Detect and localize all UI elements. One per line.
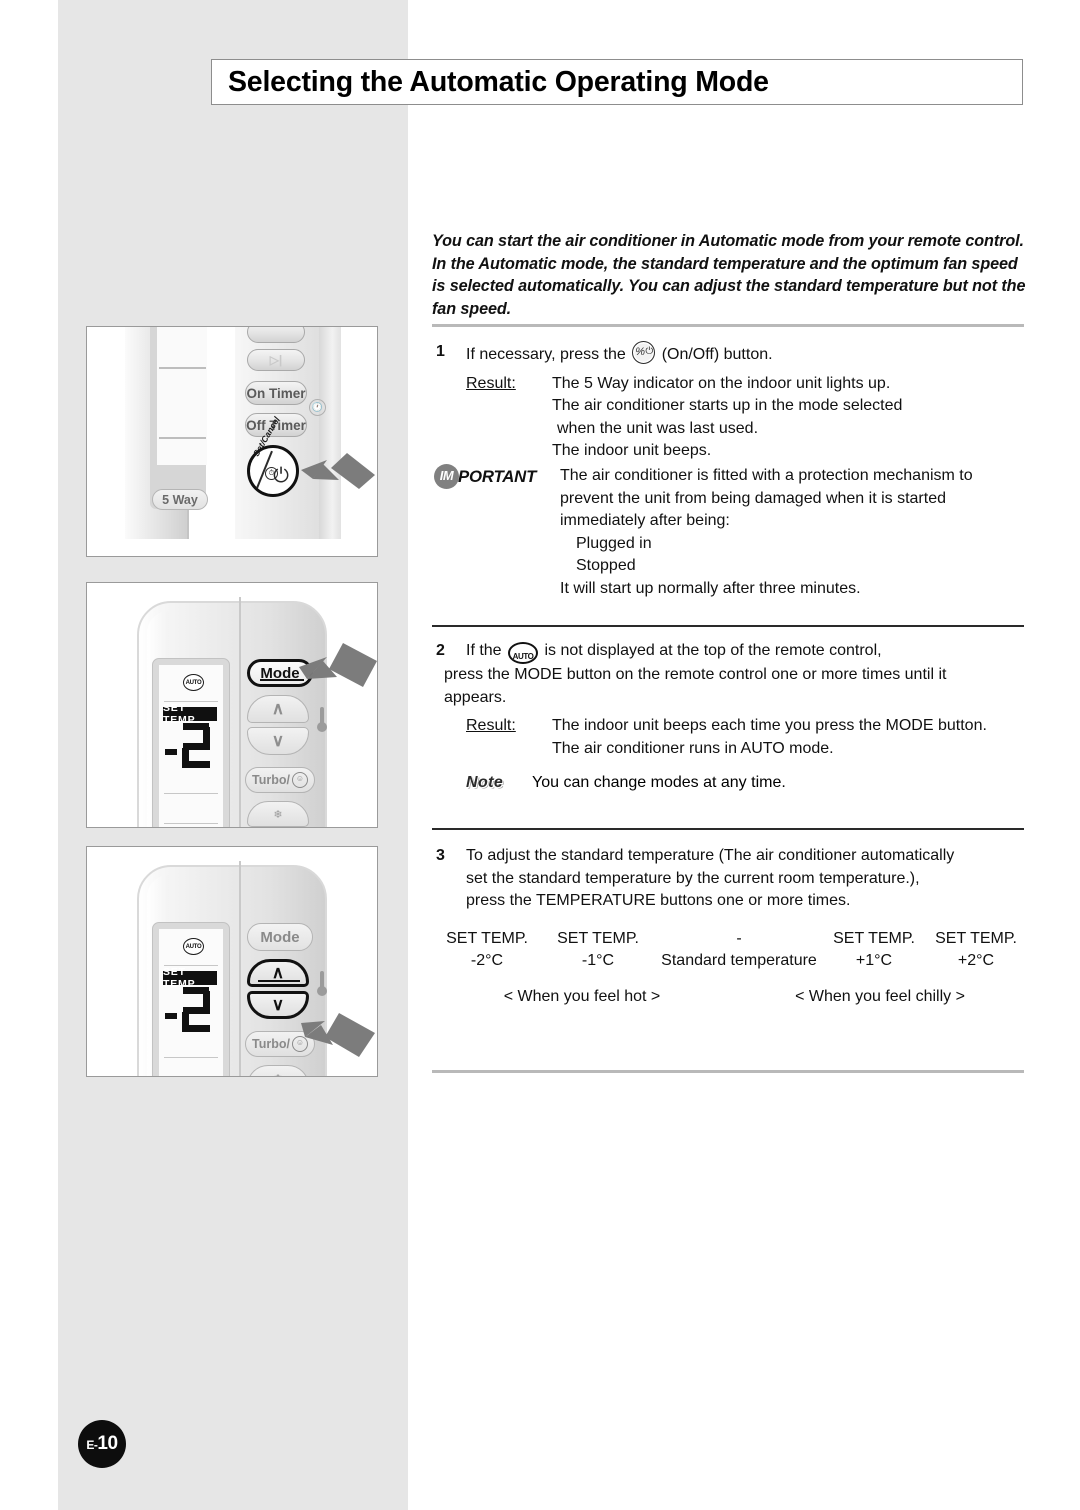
step-1-instruction: If necessary, press the (On/Off) button.	[466, 341, 1028, 367]
temp-scale-headers: SET TEMP. SET TEMP. - SET TEMP. SET TEMP…	[432, 930, 1028, 948]
temp-value: +1°C	[855, 952, 893, 969]
temp-header: SET TEMP.	[935, 930, 1017, 947]
callout-arrow-power	[301, 453, 375, 489]
temp-header: SET TEMP.	[557, 930, 639, 947]
note-text: You can change modes at any time.	[532, 774, 786, 791]
result-label: Result:	[466, 717, 516, 734]
feel-hot-label: < When you feel hot >	[503, 988, 661, 1005]
result-line: The air conditioner runs in AUTO mode.	[552, 739, 834, 757]
step-2-instruction-line2: press the MODE button on the remote cont…	[444, 666, 947, 683]
temp-header: SET TEMP.	[833, 930, 915, 947]
important-block: IM PORTANT The air conditioner is fitted…	[432, 464, 1028, 600]
step-1-text-before: If necessary, press the	[466, 346, 626, 363]
step-3-line: set the standard temperature by the curr…	[466, 869, 920, 887]
important-line: prevent the unit from being damaged when…	[560, 489, 946, 507]
important-bullet: Stopped	[576, 557, 636, 574]
temp-header: -	[736, 930, 742, 947]
important-line: immediately after being:	[560, 512, 730, 529]
result-text: The indoor unit beeps each time you pres…	[552, 715, 1028, 760]
figure-remote-temperature-buttons: AUTO SET TEMP Mode ∧ ∨ Turbo/ ☺ ❄	[86, 846, 378, 1077]
step-2-body: If the AUTO is not displayed at the top …	[444, 640, 1028, 760]
page-number-text: E-10	[86, 1433, 118, 1455]
temp-value: +2°C	[957, 952, 995, 969]
divider-above-step2	[432, 625, 1024, 628]
step-3: 3 To adjust the standard temperature (Th…	[432, 845, 1028, 913]
important-circle-label: IM	[439, 468, 454, 484]
page-number-prefix: E-	[86, 1438, 98, 1452]
step-3-body: To adjust the standard temperature (The …	[466, 845, 1028, 913]
important-line: The air conditioner is fitted with a pro…	[560, 467, 973, 484]
step-2-text-before: If the	[466, 642, 502, 659]
important-text: The air conditioner is fitted with a pro…	[560, 465, 1028, 600]
callout-arrow-temperature	[301, 1013, 375, 1057]
temp-scale-feel-row: < When you feel hot > < When you feel ch…	[432, 988, 1028, 1006]
page-number-badge: E-10	[78, 1420, 126, 1468]
divider-above-step1	[432, 324, 1024, 327]
result-line: The 5 Way indicator on the indoor unit l…	[552, 374, 891, 392]
temp-header: SET TEMP.	[446, 930, 528, 947]
figure-remote-mode-button: AUTO SET TEMP Mode ∧ ∨ Turbo/ ☺ ❄	[86, 582, 378, 828]
step-2-number: 2	[436, 642, 445, 659]
step-1-body: If necessary, press the (On/Off) button.…	[466, 341, 1028, 463]
feel-chilly-label: < When you feel chilly >	[795, 988, 965, 1005]
step-1-number: 1	[436, 343, 445, 360]
note-block: Note You can change modes at any time.	[432, 772, 1028, 795]
page-number-value: 10	[97, 1433, 118, 1454]
important-circle-icon: IM	[434, 464, 459, 489]
step-1-text-after: (On/Off) button.	[661, 346, 773, 363]
temp-value: -1°C	[581, 952, 615, 969]
step-1: 1 If necessary, press the (On/Off) butto…	[432, 341, 1028, 463]
divider-bottom	[432, 1070, 1024, 1073]
important-word: PORTANT	[458, 467, 537, 486]
content-column: You can start the air conditioner in Aut…	[432, 0, 1025, 1510]
step-3-line: To adjust the standard temperature (The …	[466, 847, 955, 864]
step-2-instruction-line1: If the AUTO is not displayed at the top …	[466, 640, 1028, 664]
result-label: Result:	[466, 374, 516, 392]
temp-value: -2°C	[470, 952, 504, 969]
figure-remote-top-power-button: ▷| On Timer Off Timer 🕐 5 Way Set/Cancel…	[86, 326, 378, 557]
result-line: when the unit was last used.	[557, 419, 759, 437]
divider-above-step3	[432, 828, 1024, 831]
callout-arrow-mode	[299, 643, 377, 687]
step-2-text-after: is not displayed at the top of the remot…	[544, 642, 882, 659]
important-bullet: Plugged in	[576, 534, 652, 552]
temp-scale-values: -2°C -1°C Standard temperature +1°C +2°C	[432, 952, 1028, 970]
intro-paragraph: You can start the air conditioner in Aut…	[432, 232, 1026, 318]
temperature-scale: SET TEMP. SET TEMP. - SET TEMP. SET TEMP…	[432, 930, 1028, 1006]
result-line: The indoor unit beeps each time you pres…	[552, 717, 987, 734]
temp-value: Standard temperature	[661, 952, 817, 969]
important-closing: It will start up normally after three mi…	[560, 579, 861, 597]
step-3-line: press the TEMPERATURE buttons one or mor…	[466, 892, 851, 909]
important-badge: IM PORTANT	[432, 464, 560, 489]
step-2-instruction-line3: appears.	[444, 688, 507, 706]
step-1-result: Result: The 5 Way indicator on the indoo…	[466, 373, 1028, 463]
step-2-result: Result: The indoor unit beeps each time …	[466, 715, 1028, 760]
result-line: The air conditioner starts up in the mod…	[552, 397, 903, 414]
result-text: The 5 Way indicator on the indoor unit l…	[552, 373, 1028, 463]
step-2: 2 If the AUTO is not displayed at the to…	[432, 640, 1028, 760]
result-line: The indoor unit beeps.	[552, 442, 712, 459]
step-3-number: 3	[436, 847, 445, 864]
onoff-button-icon	[632, 341, 656, 364]
auto-mode-icon: AUTO	[508, 642, 539, 664]
